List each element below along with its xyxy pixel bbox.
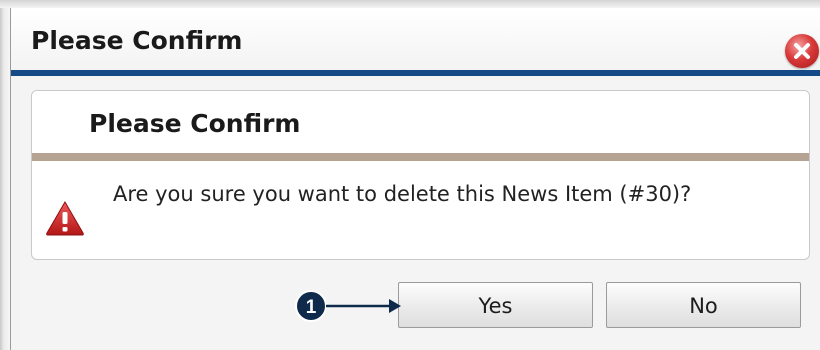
- no-button[interactable]: No: [606, 282, 801, 328]
- arrow-right-icon: [326, 299, 401, 313]
- callout-badge: 1: [295, 290, 327, 322]
- dialog-content-panel: Please Confirm Are you sure you want to …: [31, 90, 810, 260]
- background-edge-left: [0, 0, 10, 350]
- warning-icon: [46, 201, 84, 236]
- content-heading: Please Confirm: [89, 109, 301, 138]
- callout-number: 1: [306, 297, 317, 318]
- page: Please Confirm Please Confirm Are you su…: [0, 0, 820, 350]
- yes-button[interactable]: Yes: [398, 282, 593, 328]
- dialog-titlebar: Please Confirm: [11, 8, 820, 70]
- close-icon: [794, 43, 810, 59]
- background-edge-top: [0, 0, 820, 8]
- confirm-message: Are you sure you want to delete this New…: [113, 182, 692, 206]
- content-divider: [32, 153, 809, 161]
- confirm-dialog: Please Confirm Please Confirm Are you su…: [10, 8, 820, 350]
- content-header: Please Confirm: [32, 91, 809, 153]
- callout-annotation: 1: [295, 290, 401, 322]
- close-button[interactable]: [785, 34, 819, 68]
- title-divider: [11, 70, 820, 76]
- dialog-title: Please Confirm: [31, 26, 243, 55]
